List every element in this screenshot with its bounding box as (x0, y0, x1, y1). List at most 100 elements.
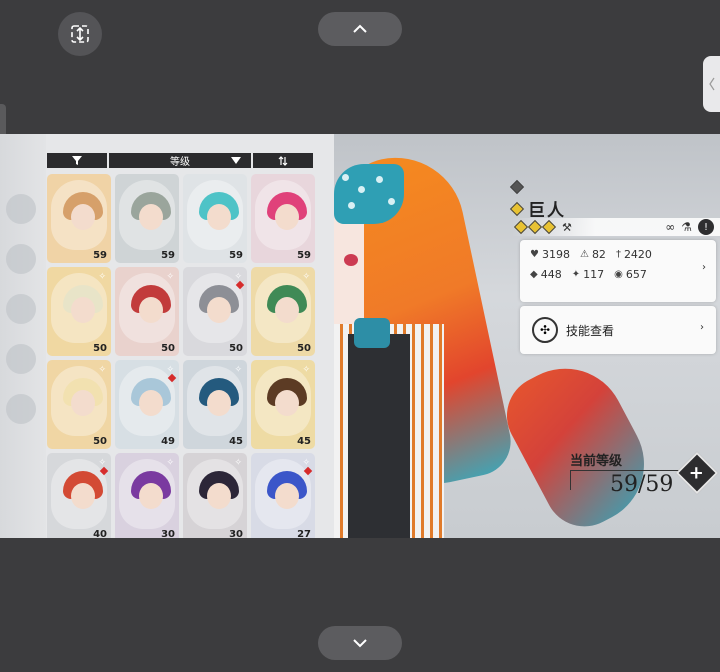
collapse-up-button[interactable] (318, 12, 402, 46)
filter-button[interactable] (47, 153, 107, 168)
character-card[interactable]: ✧ 50 (251, 267, 315, 356)
skill-view-label: 技能查看 (566, 323, 615, 338)
skill-emblem-icon: ✣ (532, 317, 558, 343)
star-rating-icon (254, 346, 270, 353)
character-card[interactable]: ✧ 30 (183, 453, 247, 538)
star-rating-icon (50, 346, 66, 353)
character-card[interactable]: ✧ 50 (47, 267, 111, 356)
element-icon: ✧ (166, 365, 174, 375)
roster-sort-bar: 等级 (47, 153, 313, 168)
character-card-level: 59 (161, 250, 175, 261)
character-roster-panel: 等级 59 59 59 59 ✧ 50 ✧ 50 ✧ 50 ✧ 50 ✧ 50 ✧ 49 ✧ 45 ✧ 45 ✧ 40 ✧ 3… (0, 134, 334, 538)
character-portrait (187, 273, 243, 343)
current-level-value: 59/59 (610, 472, 674, 497)
character-vest (348, 334, 410, 538)
stat-value: 657 (625, 268, 647, 281)
rotate-screen-button[interactable] (58, 12, 102, 56)
star-rating-icon (186, 439, 202, 446)
rotate-icon (71, 25, 89, 43)
character-portrait (255, 459, 311, 529)
chevron-up-icon (353, 24, 367, 33)
character-grid: 59 59 59 59 ✧ 50 ✧ 50 ✧ 50 ✧ 50 ✧ 50 ✧ 49 ✧ 45 ✧ 45 ✧ 40 ✧ 30 ✧ 3… (47, 174, 315, 538)
sword-icon: † (615, 249, 621, 260)
character-card[interactable]: ✧ 50 (183, 267, 247, 356)
stat-item: † 2420 (616, 248, 652, 261)
stats-row: ♥ 3198 ⚠ 82 † 2420 (530, 248, 706, 261)
character-portrait (187, 366, 243, 436)
character-portrait (119, 366, 175, 436)
character-card-level: 40 (93, 529, 107, 538)
stat-value: 2420 (623, 248, 652, 261)
character-bow (334, 164, 404, 224)
character-portrait (255, 180, 311, 250)
character-portrait (119, 273, 175, 343)
star-rating-icon (254, 253, 270, 260)
character-portrait (51, 366, 107, 436)
sort-label: 等级 (170, 157, 190, 168)
character-card[interactable]: 59 (183, 174, 247, 263)
character-card-level: 49 (161, 436, 175, 447)
star-rating-icon (118, 439, 134, 446)
character-card[interactable]: ✧ 45 (183, 360, 247, 449)
element-icon: ✧ (98, 365, 106, 375)
skill-view-button[interactable]: ✣ 技能查看 › (520, 306, 716, 354)
crit-icon: ✦ (571, 269, 581, 280)
element-icon: ✧ (302, 272, 310, 282)
stat-value: 117 (583, 268, 605, 281)
character-card-level: 45 (297, 436, 311, 447)
sort-order-icon (278, 155, 288, 166)
element-icon: ✧ (302, 365, 310, 375)
character-card[interactable]: 59 (115, 174, 179, 263)
link-icon[interactable]: ∞ (665, 220, 675, 234)
current-level-block: 当前等级 59/59 + (570, 450, 720, 510)
element-icon: ✧ (98, 272, 106, 282)
stat-item: ♥ 3198 (530, 248, 570, 261)
element-icon: ✧ (302, 458, 310, 468)
stat-item: ◆ 448 (530, 268, 562, 281)
sort-by-level-dropdown[interactable]: 等级 (109, 153, 251, 168)
character-portrait (51, 273, 107, 343)
heart-icon: ♥ (530, 249, 539, 260)
character-card-level: 30 (229, 529, 243, 538)
character-card[interactable]: ✧ 50 (47, 360, 111, 449)
character-card-level: 50 (297, 343, 311, 354)
shield-icon: ◆ (530, 269, 538, 280)
stat-value: 82 (591, 248, 606, 261)
character-face (334, 214, 364, 324)
character-card[interactable]: ✧ 40 (47, 453, 111, 538)
stats-card[interactable]: ♥ 3198 ⚠ 82 † 2420 ◆ 448 ✦ 117 ◉ 657 › (520, 240, 716, 302)
character-card[interactable]: 59 (251, 174, 315, 263)
character-card-level: 50 (93, 436, 107, 447)
rarity-diamond-icon (509, 201, 525, 216)
element-icon: ✧ (98, 458, 106, 468)
character-card[interactable]: ✧ 45 (251, 360, 315, 449)
element-icon: ✧ (234, 365, 242, 375)
side-drawer-tab[interactable] (703, 56, 720, 112)
dropdown-triangle-icon (231, 157, 241, 164)
flask-icon[interactable]: ⚗ (681, 220, 692, 234)
character-portrait (255, 273, 311, 343)
character-card-level: 59 (93, 250, 107, 261)
speed-icon: ◉ (614, 269, 623, 280)
character-portrait (187, 180, 243, 250)
character-eye (344, 254, 358, 266)
star-rating-icon (186, 253, 202, 260)
star-rating-icon (50, 439, 66, 446)
stat-value: 448 (540, 268, 562, 281)
chevron-right-icon: › (702, 262, 706, 273)
character-portrait (51, 180, 107, 250)
character-card[interactable]: ✧ 27 (251, 453, 315, 538)
star-rating-icon (186, 346, 202, 353)
stat-item: ◉ 657 (614, 268, 647, 281)
expand-down-button[interactable] (318, 626, 402, 660)
character-card-level: 59 (297, 250, 311, 261)
chevron-down-icon (353, 639, 367, 648)
info-icon[interactable]: ! (698, 219, 714, 235)
character-card[interactable]: ✧ 30 (115, 453, 179, 538)
game-viewport[interactable]: 等级 59 59 59 59 ✧ 50 ✧ 50 ✧ 50 ✧ 50 ✧ 50 ✧ 49 ✧ 45 ✧ 45 ✧ 40 ✧ 3… (0, 134, 720, 538)
sort-order-toggle[interactable] (253, 153, 313, 168)
character-card[interactable]: ✧ 49 (115, 360, 179, 449)
character-portrait (187, 459, 243, 529)
character-card[interactable]: 59 (47, 174, 111, 263)
character-card[interactable]: ✧ 50 (115, 267, 179, 356)
